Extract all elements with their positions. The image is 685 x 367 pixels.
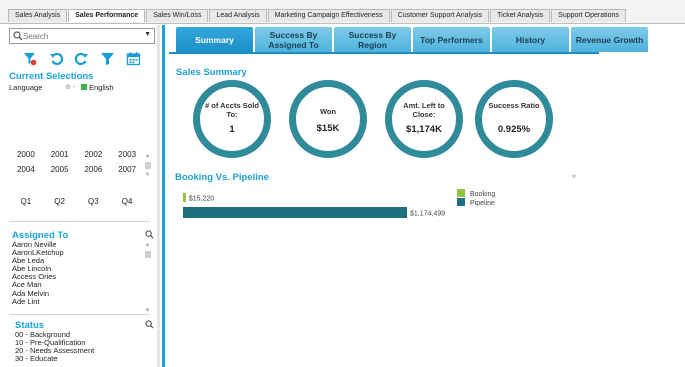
- sheet-tab[interactable]: Sales Performance: [68, 9, 146, 22]
- year-item[interactable]: 2004: [9, 162, 43, 177]
- current-selections-title: Current Selections: [9, 71, 94, 82]
- forward-icon[interactable]: [74, 51, 89, 66]
- assigned-to-list: Aaron Neville AaronLKetchup Abe Leda Abe Li…: [12, 240, 142, 306]
- filter-icon[interactable]: [100, 51, 115, 66]
- nav-button[interactable]: History: [492, 27, 569, 52]
- scroll-up-icon[interactable]: ▲: [143, 152, 152, 160]
- sheet-tab[interactable]: Customer Support Analysis: [390, 9, 490, 22]
- clear-filter-icon[interactable]: [22, 51, 37, 66]
- year-filter-list: 2000 2001 2002 2003 2004 2005 2006 2007: [9, 147, 144, 177]
- scroll-down-icon[interactable]: ▼: [143, 171, 152, 179]
- year-item[interactable]: 2002: [77, 147, 111, 162]
- quarter-filter-list: Q1 Q2 Q3 Q4: [9, 195, 144, 209]
- sheet-tab[interactable]: Sales Win/Loss: [146, 9, 209, 22]
- sheet-tab[interactable]: Sales Analysis: [8, 9, 68, 22]
- sales-summary-title: Sales Summary: [176, 67, 247, 78]
- nav-button[interactable]: Success By Region: [334, 27, 411, 52]
- kpi-label: Success Ratio: [488, 101, 540, 110]
- quarter-item[interactable]: Q2: [43, 195, 77, 209]
- legend-swatch: [457, 198, 465, 206]
- assigned-to-item[interactable]: Ade Lint: [12, 297, 142, 306]
- selection-toolbar: [22, 51, 147, 67]
- status-list: 00 - Background 10 - Pre-Qualification 20 …: [15, 330, 145, 363]
- kpi-label: # of Accts Sold To:: [205, 101, 259, 119]
- search-dropdown-icon[interactable]: ▼: [144, 31, 151, 38]
- booking-chart-title: Booking Vs. Pipeline: [175, 172, 269, 183]
- kpi-donut: Won $15K: [289, 80, 367, 158]
- quarter-item[interactable]: Q3: [77, 195, 111, 209]
- assigned-to-search-icon[interactable]: [145, 230, 154, 239]
- kpi-donut: Success Ratio 0.925%: [475, 80, 553, 158]
- expand-icon[interactable]: »: [572, 173, 576, 180]
- panel-accent-bar: [162, 25, 165, 367]
- assigned-to-scrollbar[interactable]: ▲ ▼: [143, 241, 152, 315]
- scroll-thumb[interactable]: [144, 251, 151, 258]
- nav-button[interactable]: Summary: [176, 27, 253, 52]
- left-panel: ▼ Current Selections: [0, 25, 157, 367]
- booking-pipeline-chart: $15,220 $1,174,499 Booking Pipeline: [183, 189, 495, 218]
- year-item[interactable]: 2007: [110, 162, 144, 177]
- legend-label: Pipeline: [470, 200, 495, 207]
- kpi-value: 1: [229, 124, 235, 135]
- bar-pipeline[interactable]: [183, 207, 407, 218]
- kpi-donut: # of Accts Sold To: 1: [193, 80, 271, 158]
- kpi-value: $1,174K: [406, 124, 442, 135]
- year-item[interactable]: 2001: [43, 147, 77, 162]
- status-search-icon[interactable]: [145, 320, 154, 329]
- nav-button[interactable]: Revenue Growth: [571, 27, 648, 52]
- status-item[interactable]: 30 - Educate: [15, 355, 145, 363]
- sheet-tab[interactable]: Marketing Campaign Effectiveness: [267, 9, 390, 22]
- scroll-thumb[interactable]: [144, 162, 151, 169]
- year-item[interactable]: 2000: [9, 147, 43, 162]
- selection-field-label: Language: [9, 83, 43, 92]
- kpi-label: Amt. Left to Close:: [403, 101, 445, 119]
- nav-button[interactable]: Success By Assigned To: [255, 27, 332, 52]
- panel-separator: [157, 25, 160, 367]
- sheet-tabs: Sales Analysis Sales Performance Sales Win…: [8, 9, 627, 22]
- calendar-icon[interactable]: [126, 51, 141, 66]
- nav-button[interactable]: Top Performers: [413, 27, 490, 52]
- selected-indicator: [81, 84, 87, 90]
- sheet-tab[interactable]: Support Operations: [551, 9, 626, 22]
- year-item[interactable]: 2003: [110, 147, 144, 162]
- legend-label: Booking: [470, 191, 495, 198]
- kpi-label: Won: [319, 107, 337, 116]
- divider: [9, 314, 150, 315]
- quarter-item[interactable]: Q4: [110, 195, 144, 209]
- year-item[interactable]: 2006: [77, 162, 111, 177]
- year-item[interactable]: 2005: [43, 162, 77, 177]
- sheet-tab[interactable]: Ticket Analysis: [490, 9, 551, 22]
- year-scrollbar[interactable]: ▲ ▼: [143, 152, 152, 179]
- divider: [9, 221, 150, 222]
- legend-swatch: [457, 189, 465, 197]
- bar-value-label: $1,174,499: [410, 211, 445, 218]
- sheet-tab-bar: Sales Analysis Sales Performance Sales Win…: [0, 0, 685, 24]
- sheet-navigation: Summary Success By Assigned To Success By …: [176, 27, 650, 52]
- bar-booking[interactable]: [183, 193, 186, 202]
- quarter-item[interactable]: Q1: [9, 195, 43, 209]
- selection-value: English: [89, 83, 114, 92]
- back-icon[interactable]: [49, 51, 64, 66]
- clear-selection-icon[interactable]: ⊘ -: [65, 83, 75, 91]
- search-icon: [13, 31, 23, 41]
- nav-underline: [169, 52, 599, 54]
- sheet-tab[interactable]: Lead Analysis: [209, 9, 267, 22]
- bar-value-label: $15,220: [189, 196, 214, 203]
- scroll-up-icon[interactable]: ▲: [143, 241, 152, 249]
- kpi-donut: Amt. Left to Close: $1,174K: [385, 80, 463, 158]
- search-box[interactable]: ▼: [9, 28, 155, 44]
- kpi-value: 0.925%: [497, 124, 531, 135]
- kpi-value: $15K: [316, 123, 340, 134]
- search-input[interactable]: [23, 30, 141, 42]
